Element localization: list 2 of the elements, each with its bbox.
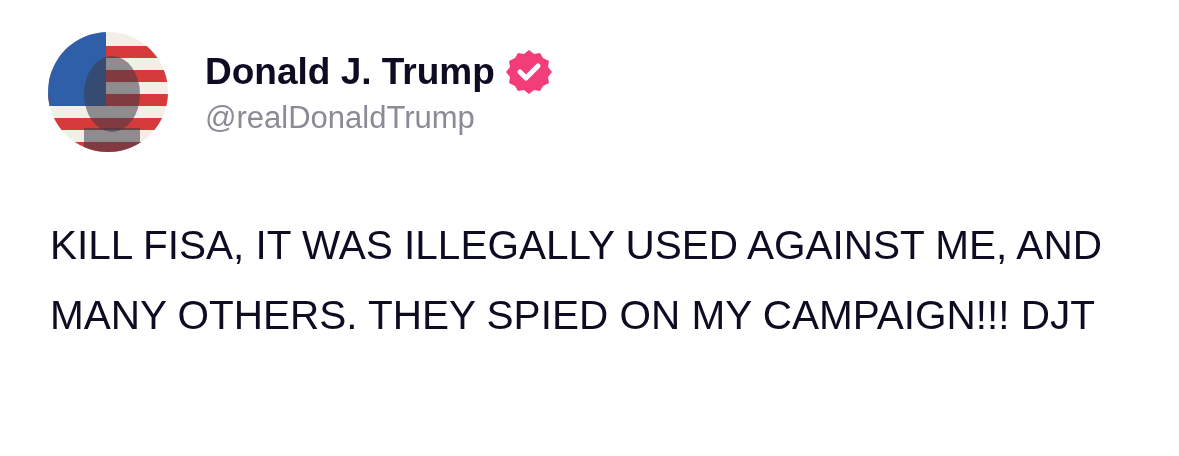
- author-name[interactable]: Donald J. Trump: [205, 51, 495, 93]
- post-text: KILL FISA, IT WAS ILLEGALLY USED AGAINST ME, AND MANY OTHERS. THEY SPIED ON MY CAMPAIGN!!! DJT: [50, 221, 1103, 340]
